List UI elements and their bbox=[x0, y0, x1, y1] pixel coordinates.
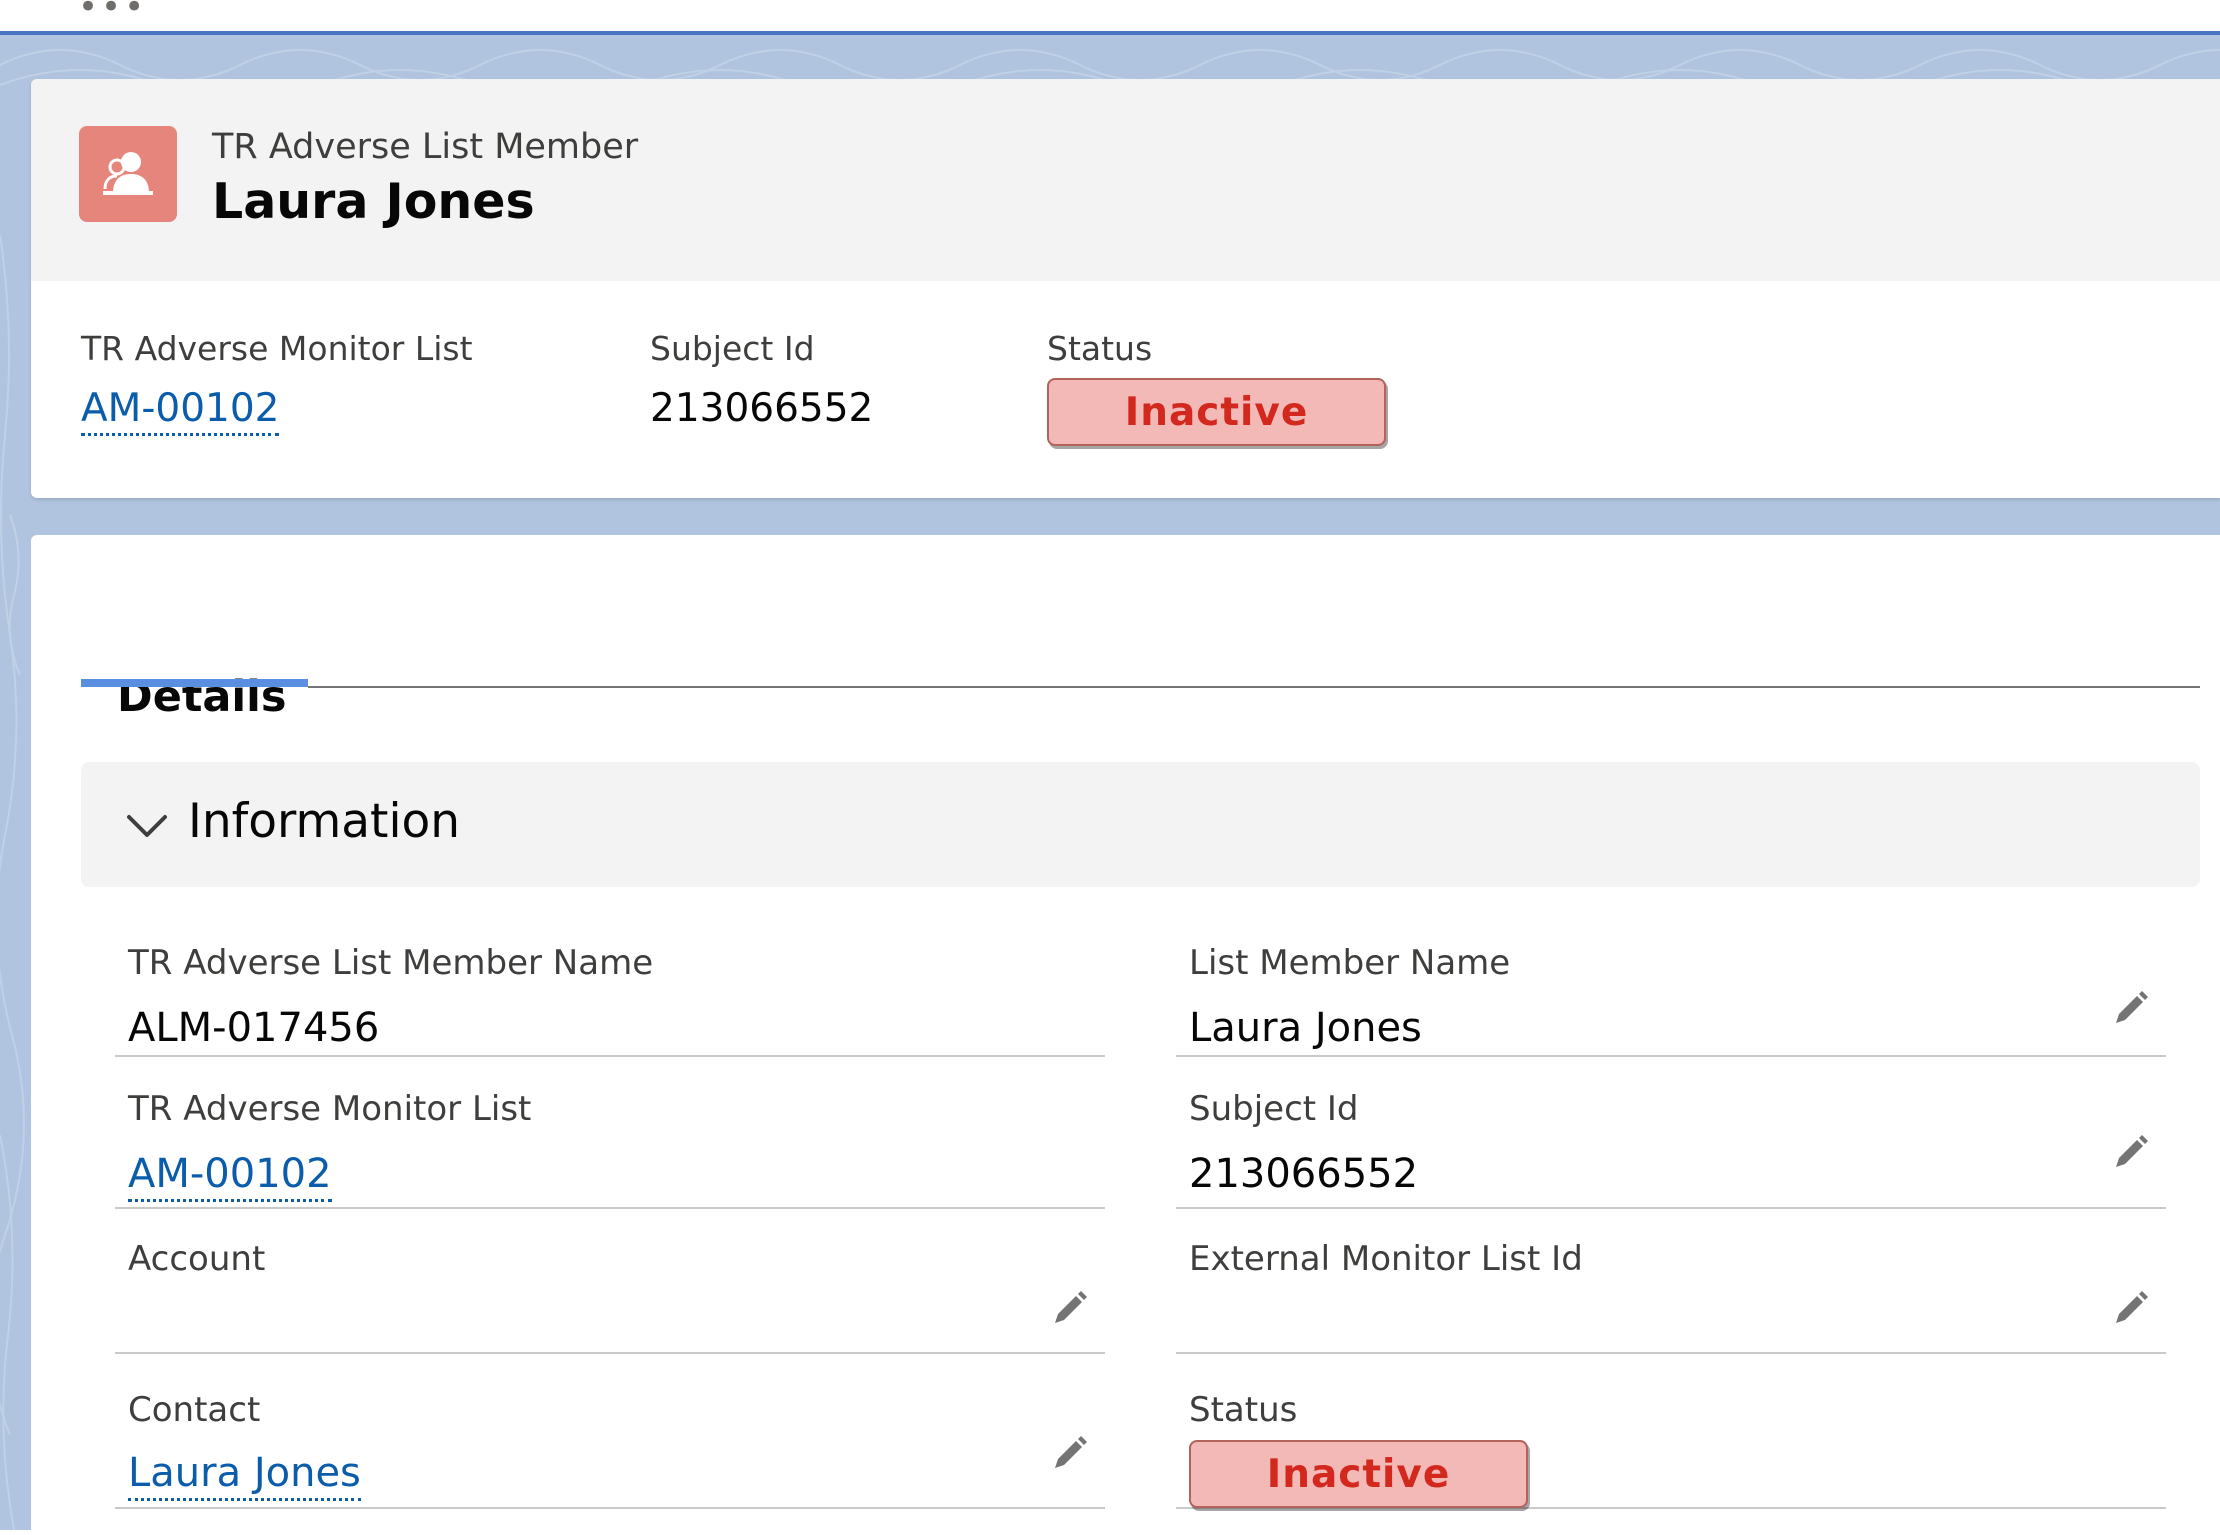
highlight-subject-id: Subject Id 213066552 bbox=[650, 329, 873, 431]
field-contact: Contact Laura Jones bbox=[115, 1354, 1105, 1509]
field-monitor-list-link[interactable]: AM-00102 bbox=[128, 1151, 332, 1202]
field-account: Account bbox=[115, 1209, 1105, 1354]
field-list-member-name-value: Laura Jones bbox=[1189, 1005, 1422, 1051]
pencil-icon[interactable] bbox=[1047, 1432, 1091, 1476]
field-external-id: External Monitor List Id bbox=[1176, 1209, 2166, 1354]
field-member-name-label: TR Adverse List Member Name bbox=[128, 943, 654, 983]
highlight-status: Status Inactive bbox=[1047, 329, 1386, 446]
field-monitor-list: TR Adverse Monitor List AM-00102 bbox=[115, 1057, 1105, 1209]
section-information-header[interactable]: Information bbox=[81, 762, 2200, 887]
highlight-subject-id-label: Subject Id bbox=[650, 329, 815, 368]
field-contact-link[interactable]: Laura Jones bbox=[128, 1450, 361, 1501]
record-header-card: TR Adverse List Member Laura Jones TR Ad… bbox=[31, 79, 2220, 498]
chevron-down-icon[interactable] bbox=[125, 812, 169, 840]
field-account-label: Account bbox=[128, 1239, 266, 1279]
field-contact-label: Contact bbox=[128, 1390, 261, 1430]
highlight-monitor-list: TR Adverse Monitor List AM-00102 bbox=[81, 329, 473, 436]
field-subject-id: Subject Id 213066552 bbox=[1176, 1057, 2166, 1209]
highlight-status-label: Status bbox=[1047, 329, 1153, 368]
record-title: Laura Jones bbox=[212, 173, 535, 230]
field-monitor-list-label: TR Adverse Monitor List bbox=[128, 1089, 532, 1129]
status-badge: Inactive bbox=[1047, 378, 1386, 446]
field-member-name: TR Adverse List Member Name ALM-017456 bbox=[115, 915, 1105, 1057]
object-type-label: TR Adverse List Member bbox=[212, 127, 639, 167]
field-list-member-name-label: List Member Name bbox=[1189, 943, 1511, 983]
highlight-monitor-list-label: TR Adverse Monitor List bbox=[81, 329, 473, 368]
field-status: Status Inactive bbox=[1176, 1354, 2166, 1509]
top-bar: ••• bbox=[0, 0, 2220, 31]
pencil-icon[interactable] bbox=[2108, 1287, 2152, 1331]
highlight-monitor-list-link[interactable]: AM-00102 bbox=[81, 386, 280, 436]
field-member-name-value: ALM-017456 bbox=[128, 1005, 380, 1051]
tab-divider bbox=[308, 686, 2200, 688]
status-badge: Inactive bbox=[1189, 1440, 1528, 1508]
pencil-icon[interactable] bbox=[2108, 987, 2152, 1031]
highlight-subject-id-value: 213066552 bbox=[650, 386, 874, 431]
user-group-icon bbox=[79, 126, 177, 222]
field-external-id-label: External Monitor List Id bbox=[1189, 1239, 1583, 1279]
pencil-icon[interactable] bbox=[2108, 1131, 2152, 1175]
field-subject-id-label: Subject Id bbox=[1189, 1089, 1359, 1129]
details-card: Details Information TR Adverse List Memb… bbox=[31, 535, 2220, 1535]
field-status-label: Status bbox=[1189, 1390, 1298, 1430]
pencil-icon[interactable] bbox=[1047, 1287, 1091, 1331]
tab-details[interactable]: Details bbox=[81, 601, 308, 723]
tab-active-indicator bbox=[81, 679, 308, 687]
field-subject-id-value: 213066552 bbox=[1189, 1151, 1419, 1197]
field-list-member-name: List Member Name Laura Jones bbox=[1176, 915, 2166, 1057]
more-options-icon[interactable]: ••• bbox=[78, 0, 147, 24]
section-title: Information bbox=[188, 794, 461, 849]
